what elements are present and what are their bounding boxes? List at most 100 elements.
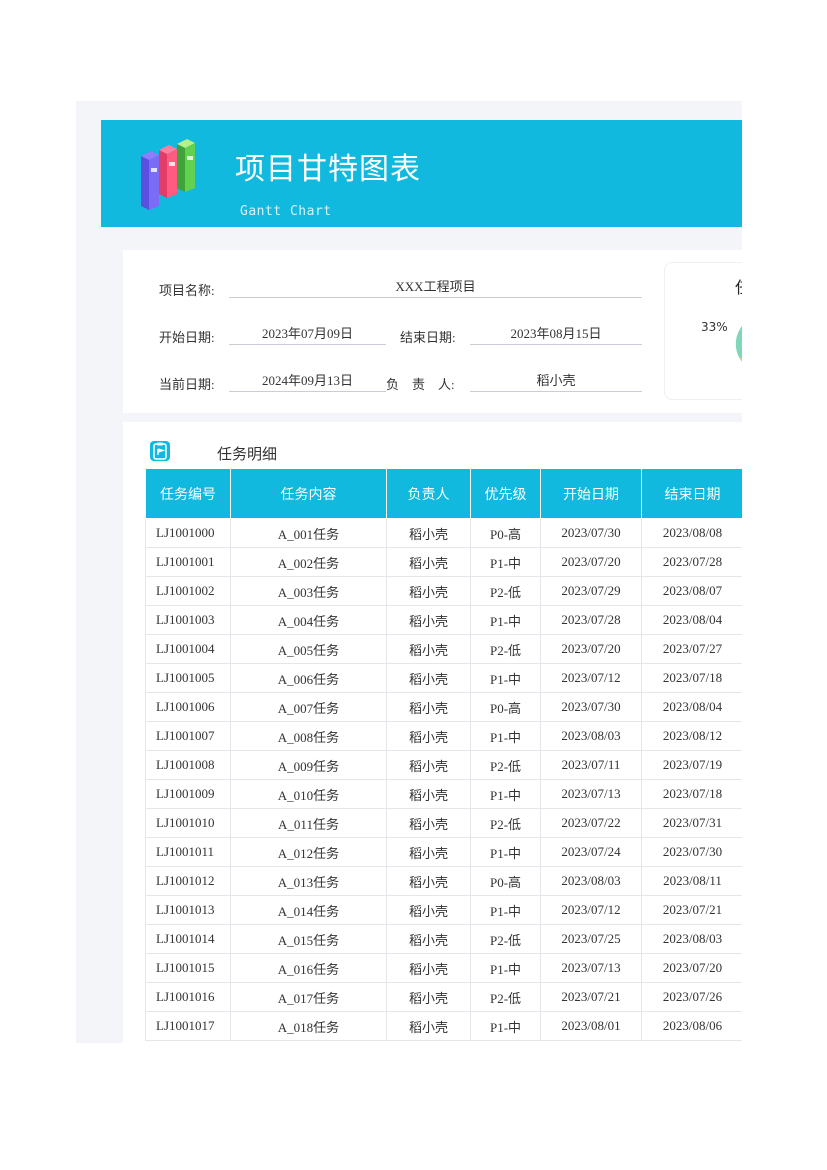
priority-cell[interactable]: P0-高 (470, 692, 541, 722)
end-date-cell[interactable]: 2023/07/31 (641, 808, 742, 838)
end-date-cell[interactable]: 2023/07/20 (641, 953, 742, 983)
column-header[interactable]: 开始日期 (540, 468, 642, 519)
end-date-cell[interactable]: 2023/08/08 (641, 518, 742, 548)
task-content-cell[interactable]: A_009任务 (230, 750, 387, 780)
start-date-cell[interactable]: 2023/07/30 (540, 692, 642, 722)
task-id-cell[interactable]: LJ1001007 (145, 721, 231, 751)
task-content-cell[interactable]: A_013任务 (230, 866, 387, 896)
end-date-cell[interactable]: 2023/07/19 (641, 750, 742, 780)
priority-cell[interactable]: P1-中 (470, 605, 541, 635)
task-content-cell[interactable]: A_018任务 (230, 1011, 387, 1041)
priority-cell[interactable]: P1-中 (470, 547, 541, 577)
owner-cell[interactable]: 稻小壳 (386, 808, 471, 838)
end-date-cell[interactable]: 2023/08/03 (641, 924, 742, 954)
task-content-cell[interactable]: A_002任务 (230, 547, 387, 577)
end-date-cell[interactable]: 2023/08/04 (641, 692, 742, 722)
task-content-cell[interactable]: A_004任务 (230, 605, 387, 635)
owner-cell[interactable]: 稻小壳 (386, 895, 471, 925)
task-content-cell[interactable]: A_005任务 (230, 634, 387, 664)
task-content-cell[interactable]: A_010任务 (230, 779, 387, 809)
task-content-cell[interactable]: A_003任务 (230, 576, 387, 606)
priority-cell[interactable]: P2-低 (470, 576, 541, 606)
task-id-cell[interactable]: LJ1001008 (145, 750, 231, 780)
task-id-cell[interactable]: LJ1001004 (145, 634, 231, 664)
end-date-cell[interactable]: 2023/08/11 (641, 866, 742, 896)
owner-cell[interactable]: 稻小壳 (386, 837, 471, 867)
owner-cell[interactable]: 稻小壳 (386, 576, 471, 606)
task-id-cell[interactable]: LJ1001000 (145, 518, 231, 548)
owner-cell[interactable]: 稻小壳 (386, 663, 471, 693)
priority-cell[interactable]: P1-中 (470, 895, 541, 925)
task-id-cell[interactable]: LJ1001001 (145, 547, 231, 577)
start-date-cell[interactable]: 2023/07/12 (540, 663, 642, 693)
end-date-cell[interactable]: 2023/07/30 (641, 837, 742, 867)
end-date-cell[interactable]: 2023/07/18 (641, 779, 742, 809)
task-id-cell[interactable]: LJ1001014 (145, 924, 231, 954)
owner-cell[interactable]: 稻小壳 (386, 547, 471, 577)
task-content-cell[interactable]: A_012任务 (230, 837, 387, 867)
priority-cell[interactable]: P0-高 (470, 518, 541, 548)
start-date-cell[interactable]: 2023/07/20 (540, 547, 642, 577)
owner-cell[interactable]: 稻小壳 (386, 924, 471, 954)
start-date-cell[interactable]: 2023/07/25 (540, 924, 642, 954)
owner-value[interactable]: 稻小壳 (470, 372, 642, 392)
end-date-cell[interactable]: 2023/07/18 (641, 663, 742, 693)
priority-cell[interactable]: P1-中 (470, 663, 541, 693)
priority-cell[interactable]: P2-低 (470, 634, 541, 664)
task-id-cell[interactable]: LJ1001003 (145, 605, 231, 635)
priority-cell[interactable]: P2-低 (470, 982, 541, 1012)
start-date-cell[interactable]: 2023/07/24 (540, 837, 642, 867)
column-header[interactable]: 结束日期 (641, 468, 742, 519)
priority-cell[interactable]: P2-低 (470, 924, 541, 954)
task-id-cell[interactable]: LJ1001011 (145, 837, 231, 867)
start-date-cell[interactable]: 2023/07/12 (540, 895, 642, 925)
owner-cell[interactable]: 稻小壳 (386, 721, 471, 751)
task-content-cell[interactable]: A_001任务 (230, 518, 387, 548)
start-date-cell[interactable]: 2023/08/03 (540, 866, 642, 896)
priority-cell[interactable]: P1-中 (470, 721, 541, 751)
task-content-cell[interactable]: A_007任务 (230, 692, 387, 722)
start-date-cell[interactable]: 2023/07/13 (540, 779, 642, 809)
task-id-cell[interactable]: LJ1001012 (145, 866, 231, 896)
priority-cell[interactable]: P0-高 (470, 866, 541, 896)
owner-cell[interactable]: 稻小壳 (386, 692, 471, 722)
start-date-cell[interactable]: 2023/07/30 (540, 518, 642, 548)
column-header[interactable]: 优先级 (470, 468, 541, 519)
start-date-cell[interactable]: 2023/07/28 (540, 605, 642, 635)
end-date-cell[interactable]: 2023/08/12 (641, 721, 742, 751)
start-date-cell[interactable]: 2023/07/21 (540, 982, 642, 1012)
task-content-cell[interactable]: A_006任务 (230, 663, 387, 693)
start-date-cell[interactable]: 2023/07/29 (540, 576, 642, 606)
task-content-cell[interactable]: A_008任务 (230, 721, 387, 751)
priority-cell[interactable]: P1-中 (470, 837, 541, 867)
end-date-cell[interactable]: 2023/07/26 (641, 982, 742, 1012)
task-content-cell[interactable]: A_017任务 (230, 982, 387, 1012)
task-id-cell[interactable]: LJ1001010 (145, 808, 231, 838)
owner-cell[interactable]: 稻小壳 (386, 634, 471, 664)
priority-cell[interactable]: P1-中 (470, 953, 541, 983)
column-header[interactable]: 负责人 (386, 468, 471, 519)
task-id-cell[interactable]: LJ1001015 (145, 953, 231, 983)
task-id-cell[interactable]: LJ1001013 (145, 895, 231, 925)
priority-cell[interactable]: P1-中 (470, 779, 541, 809)
task-content-cell[interactable]: A_016任务 (230, 953, 387, 983)
start-date-cell[interactable]: 2023/08/01 (540, 1011, 642, 1041)
column-header[interactable]: 任务编号 (145, 468, 231, 519)
task-content-cell[interactable]: A_015任务 (230, 924, 387, 954)
start-date-cell[interactable]: 2023/07/22 (540, 808, 642, 838)
end-date-cell[interactable]: 2023/07/21 (641, 895, 742, 925)
start-date-value[interactable]: 2023年07月09日 (229, 325, 386, 345)
project-name-value[interactable]: XXX工程项目 (229, 278, 642, 298)
task-content-cell[interactable]: A_014任务 (230, 895, 387, 925)
end-date-value[interactable]: 2023年08月15日 (470, 325, 642, 345)
owner-cell[interactable]: 稻小壳 (386, 518, 471, 548)
owner-cell[interactable]: 稻小壳 (386, 779, 471, 809)
owner-cell[interactable]: 稻小壳 (386, 953, 471, 983)
column-header[interactable]: 任务内容 (230, 468, 387, 519)
owner-cell[interactable]: 稻小壳 (386, 750, 471, 780)
end-date-cell[interactable]: 2023/08/04 (641, 605, 742, 635)
end-date-cell[interactable]: 2023/08/06 (641, 1011, 742, 1041)
task-id-cell[interactable]: LJ1001006 (145, 692, 231, 722)
end-date-cell[interactable]: 2023/08/07 (641, 576, 742, 606)
priority-cell[interactable]: P2-低 (470, 750, 541, 780)
